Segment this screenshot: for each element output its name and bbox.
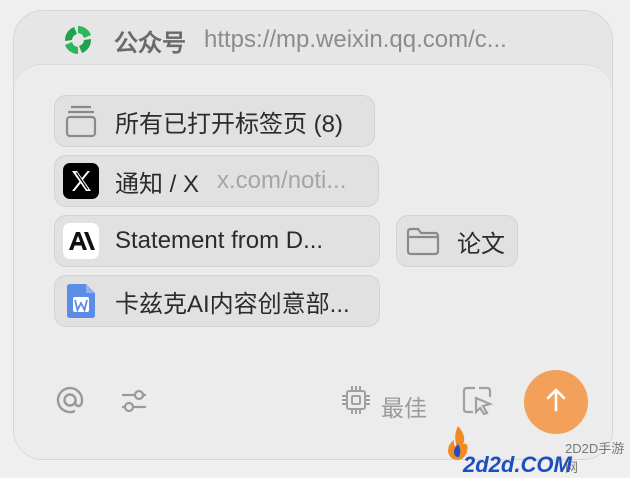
wechat-official-logo-icon (60, 22, 96, 58)
folder-icon (405, 223, 441, 259)
x-logo-icon (63, 163, 99, 199)
screenshot-button[interactable] (461, 384, 494, 421)
header-url: https://mp.weixin.qq.com/c... (204, 26, 507, 53)
model-selector[interactable] (340, 384, 372, 421)
anthropic-logo-icon (63, 223, 99, 259)
arrow-up-icon (542, 386, 570, 419)
chip-folder-papers[interactable]: 论文 (396, 215, 518, 267)
model-label[interactable]: 最佳 (381, 389, 427, 423)
chip-statement[interactable]: Statement from D... (54, 215, 380, 267)
watermark-small-text: 2D2D手游网 (565, 441, 625, 475)
crop-select-icon (461, 384, 494, 421)
chip-url: x.com/noti... (217, 167, 347, 194)
chip-label: 论文 (457, 230, 505, 258)
chip-label: Statement from D... (115, 227, 324, 254)
mention-button[interactable] (54, 386, 86, 418)
sliders-icon (119, 386, 149, 421)
chip-all-open-tabs[interactable]: 所有已打开标签页 (8) (54, 95, 375, 147)
header-title: 公众号 (114, 29, 186, 57)
at-sign-icon (54, 384, 86, 421)
word-doc-icon (63, 283, 99, 319)
chip-word-doc[interactable]: 卡兹克AI内容创意部... (54, 275, 380, 327)
chip-label: 通知 / X (115, 170, 200, 198)
chip-x-notifications[interactable]: 通知 / X x.com/noti... (54, 155, 379, 207)
chip-processor-icon (340, 384, 372, 421)
watermark: 2D2D手游网 2d2d.COM (445, 420, 630, 477)
chip-label: 卡兹克AI内容创意部... (115, 290, 350, 318)
chip-label: 所有已打开标签页 (8) (115, 110, 343, 138)
tabs-stack-icon (63, 103, 99, 139)
settings-button[interactable] (119, 388, 149, 418)
watermark-big-text: 2d2d.COM (463, 452, 572, 477)
current-tab-header[interactable]: 公众号 https://mp.weixin.qq.com/c... (60, 22, 507, 58)
